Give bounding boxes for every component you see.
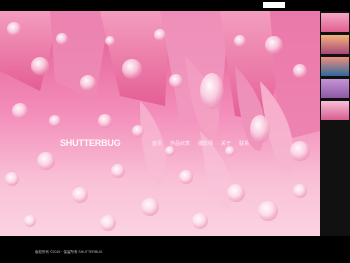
nav-item-contact[interactable]: 联系 (239, 141, 249, 147)
pink-petals-photo (0, 11, 320, 236)
nav-item-home[interactable]: 首页 (152, 141, 162, 147)
sunset-thumb[interactable] (321, 35, 349, 54)
nav-item-photographers[interactable]: 摄影师 (198, 141, 213, 147)
hero-image: SHUTTERBUG 首页 作品欣赏 摄影师 关于 联系 (0, 11, 320, 236)
purple-flowers-thumb[interactable] (321, 79, 349, 98)
search-input[interactable] (263, 2, 285, 8)
thumbnail-strip (320, 11, 350, 236)
nav-item-portfolio[interactable]: 作品欣赏 (170, 141, 190, 147)
pink-petals-thumb[interactable] (321, 13, 349, 32)
top-bar (0, 0, 350, 11)
site-logo[interactable]: SHUTTERBUG (60, 138, 121, 148)
nav-item-about[interactable]: 关于 (221, 141, 231, 147)
copyright-text: 版权所有 ©2015 · 保留所有 SHUTTERBUG (35, 250, 103, 254)
main-nav: 首页 作品欣赏 摄影师 关于 联系 (152, 141, 249, 147)
pink-tulip-thumb[interactable] (321, 101, 349, 120)
sunset-water-thumb[interactable] (321, 57, 349, 76)
